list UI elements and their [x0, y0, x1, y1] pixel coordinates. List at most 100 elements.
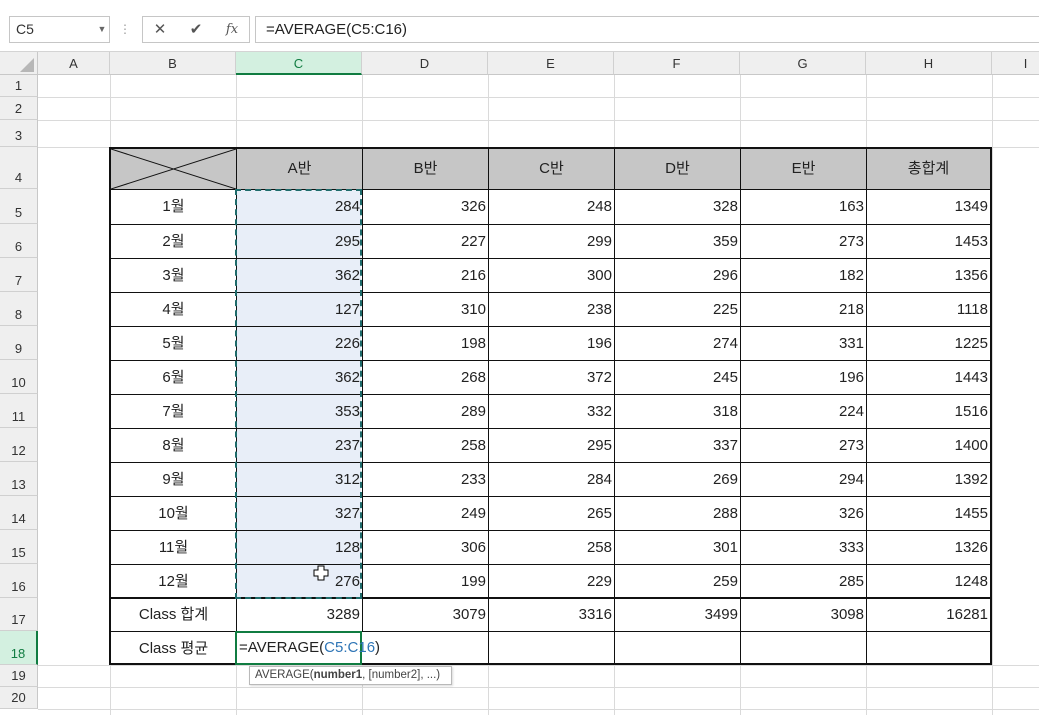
data-cell[interactable]: 296 — [615, 259, 740, 292]
column-header-a[interactable]: A — [38, 52, 110, 75]
data-cell[interactable]: 1455 — [867, 497, 990, 530]
data-cell[interactable]: 1400 — [867, 429, 990, 462]
data-cell[interactable]: 1225 — [867, 327, 990, 360]
data-cell[interactable]: 248 — [489, 190, 614, 223]
data-cell[interactable]: 359 — [615, 225, 740, 258]
data-cell[interactable]: 289 — [363, 395, 488, 428]
month-label[interactable]: 5월 — [111, 327, 236, 360]
row-header-11[interactable]: 11 — [0, 394, 38, 428]
data-cell[interactable]: 299 — [489, 225, 614, 258]
data-cell[interactable]: 259 — [615, 565, 740, 598]
row-header-5[interactable]: 5 — [0, 189, 38, 224]
data-cell[interactable]: 274 — [615, 327, 740, 360]
chevron-down-icon[interactable]: ▼ — [95, 16, 109, 43]
data-cell[interactable]: 306 — [363, 531, 488, 564]
sum-label[interactable]: Class 합계 — [111, 599, 236, 631]
column-header-e[interactable]: E — [488, 52, 614, 75]
data-cell[interactable]: 249 — [363, 497, 488, 530]
row-header-2[interactable]: 2 — [0, 97, 38, 120]
sum-cell[interactable]: 3316 — [489, 599, 614, 631]
data-cell[interactable]: 198 — [363, 327, 488, 360]
data-cell[interactable]: 301 — [615, 531, 740, 564]
average-label[interactable]: Class 평균 — [111, 632, 236, 665]
data-cell[interactable]: 1453 — [867, 225, 990, 258]
month-label[interactable]: 10월 — [111, 497, 236, 530]
data-cell[interactable]: 1516 — [867, 395, 990, 428]
row-header-3[interactable]: 3 — [0, 120, 38, 147]
data-cell[interactable]: 310 — [363, 293, 488, 326]
data-cell[interactable]: 1392 — [867, 463, 990, 496]
data-cell[interactable]: 269 — [615, 463, 740, 496]
data-cell[interactable]: 196 — [489, 327, 614, 360]
more-options-icon[interactable]: ⋮ — [119, 16, 131, 43]
function-tooltip[interactable]: AVERAGE(number1, [number2], ...) — [249, 666, 452, 685]
month-label[interactable]: 7월 — [111, 395, 236, 428]
month-label[interactable]: 1월 — [111, 190, 236, 223]
header-total[interactable]: 총합계 — [867, 149, 990, 189]
column-header-h[interactable]: H — [866, 52, 992, 75]
data-cell[interactable]: 229 — [489, 565, 614, 598]
data-cell[interactable]: 258 — [489, 531, 614, 564]
data-cell[interactable]: 225 — [615, 293, 740, 326]
row-header-14[interactable]: 14 — [0, 496, 38, 530]
row-header-10[interactable]: 10 — [0, 360, 38, 394]
data-cell[interactable]: 216 — [363, 259, 488, 292]
data-cell[interactable]: 295 — [489, 429, 614, 462]
column-header-g[interactable]: G — [740, 52, 866, 75]
sum-cell[interactable]: 16281 — [867, 599, 990, 631]
data-cell[interactable]: 163 — [741, 190, 866, 223]
row-header-15[interactable]: 15 — [0, 530, 38, 564]
data-cell[interactable]: 1349 — [867, 190, 990, 223]
month-label[interactable]: 6월 — [111, 361, 236, 394]
sum-cell[interactable]: 3079 — [363, 599, 488, 631]
row-header-8[interactable]: 8 — [0, 292, 38, 326]
cancel-icon[interactable]: ✕ — [143, 17, 177, 42]
data-cell[interactable]: 326 — [741, 497, 866, 530]
column-header-d[interactable]: D — [362, 52, 488, 75]
data-cell[interactable]: 245 — [615, 361, 740, 394]
month-label[interactable]: 11월 — [111, 531, 236, 564]
data-cell[interactable]: 224 — [741, 395, 866, 428]
enter-icon[interactable]: ✔ — [179, 17, 213, 42]
data-cell[interactable]: 294 — [741, 463, 866, 496]
row-header-4[interactable]: 4 — [0, 147, 38, 189]
data-cell[interactable]: 182 — [741, 259, 866, 292]
data-cell[interactable]: 328 — [615, 190, 740, 223]
row-header-9[interactable]: 9 — [0, 326, 38, 360]
month-label[interactable]: 3월 — [111, 259, 236, 292]
data-cell[interactable]: 332 — [489, 395, 614, 428]
data-cell[interactable]: 285 — [741, 565, 866, 598]
insert-function-icon[interactable]: fx — [215, 17, 249, 42]
row-header-17[interactable]: 17 — [0, 598, 38, 631]
data-cell[interactable]: 233 — [363, 463, 488, 496]
data-cell[interactable]: 300 — [489, 259, 614, 292]
data-cell[interactable]: 199 — [363, 565, 488, 598]
month-label[interactable]: 9월 — [111, 463, 236, 496]
column-header-f[interactable]: F — [614, 52, 740, 75]
header-class-c[interactable]: C반 — [489, 149, 614, 189]
data-cell[interactable]: 265 — [489, 497, 614, 530]
data-cell[interactable]: 1326 — [867, 531, 990, 564]
header-class-e[interactable]: E반 — [741, 149, 866, 189]
data-cell[interactable]: 1118 — [867, 293, 990, 326]
data-cell[interactable]: 196 — [741, 361, 866, 394]
data-cell[interactable]: 372 — [489, 361, 614, 394]
row-header-13[interactable]: 13 — [0, 462, 38, 496]
month-label[interactable]: 4월 — [111, 293, 236, 326]
data-cell[interactable]: 238 — [489, 293, 614, 326]
data-cell[interactable]: 331 — [741, 327, 866, 360]
data-cell[interactable]: 273 — [741, 429, 866, 462]
data-cell[interactable]: 337 — [615, 429, 740, 462]
column-header-b[interactable]: B — [110, 52, 236, 75]
header-class-a[interactable]: A반 — [237, 149, 362, 189]
data-cell[interactable]: 326 — [363, 190, 488, 223]
month-label[interactable]: 8월 — [111, 429, 236, 462]
row-header-16[interactable]: 16 — [0, 564, 38, 598]
formula-input[interactable]: =AVERAGE(C5:C16) — [255, 16, 1039, 43]
data-cell[interactable]: 288 — [615, 497, 740, 530]
row-header-1[interactable]: 1 — [0, 75, 38, 97]
column-header-c[interactable]: C — [236, 52, 362, 75]
data-cell[interactable]: 1248 — [867, 565, 990, 598]
row-header-19[interactable]: 19 — [0, 665, 38, 687]
row-header-6[interactable]: 6 — [0, 224, 38, 258]
